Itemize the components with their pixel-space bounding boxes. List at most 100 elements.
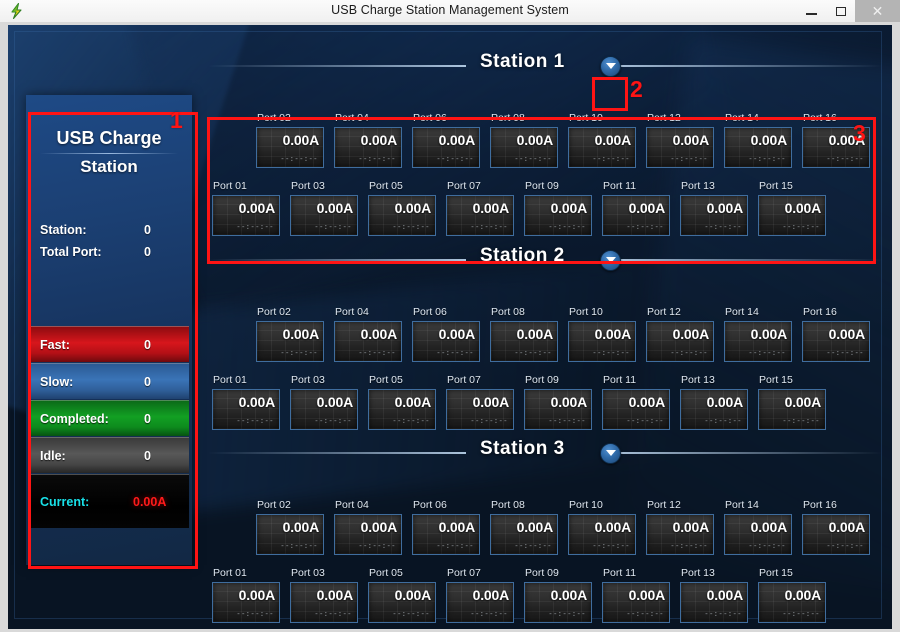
port-current-value: 0.00A — [472, 394, 510, 410]
station-rule-left — [208, 452, 466, 454]
port-label: Port 01 — [213, 567, 247, 579]
port-display-tile[interactable]: 0.00A --:--:-- — [646, 321, 714, 362]
port-label: Port 06 — [413, 499, 447, 511]
port-display-tile[interactable]: 0.00A --:--:-- — [334, 321, 402, 362]
station-1-toggle-button[interactable] — [600, 56, 621, 77]
port-current-value: 0.00A — [238, 200, 276, 216]
port-display-tile[interactable]: 0.00A --:--:-- — [680, 582, 748, 623]
port-display-tile[interactable]: 0.00A --:--:-- — [212, 582, 280, 623]
port-current-value: 0.00A — [394, 200, 432, 216]
status-row-completed: Completed: 0 — [29, 400, 189, 436]
station-title-3: Station 3 — [480, 438, 565, 459]
port-display-tile[interactable]: 0.00A --:--:-- — [802, 514, 870, 555]
port-display-tile[interactable]: 0.00A --:--:-- — [446, 389, 514, 430]
port-display-tile[interactable]: 0.00A --:--:-- — [446, 195, 514, 236]
info-row-station: Station: 0 — [26, 223, 192, 243]
maximize-button[interactable] — [826, 0, 855, 22]
port-display-tile[interactable]: 0.00A --:--:-- — [212, 195, 280, 236]
port-elapsed-time: --:--:-- — [470, 418, 508, 426]
port-current-value: 0.00A — [784, 587, 822, 603]
port-label: Port 02 — [257, 306, 291, 318]
port-label: Port 08 — [491, 112, 525, 124]
port-display-tile[interactable]: 0.00A --:--:-- — [802, 127, 870, 168]
port-display-tile[interactable]: 0.00A --:--:-- — [524, 195, 592, 236]
port-display-tile[interactable]: 0.00A --:--:-- — [290, 582, 358, 623]
info-value-total-port: 0 — [144, 245, 151, 259]
port-display-tile[interactable]: 0.00A --:--:-- — [290, 195, 358, 236]
port-elapsed-time: --:--:-- — [826, 350, 864, 358]
port-elapsed-time: --:--:-- — [704, 611, 742, 619]
port-display-tile[interactable]: 0.00A --:--:-- — [758, 389, 826, 430]
port-display-tile[interactable]: 0.00A --:--:-- — [758, 195, 826, 236]
port-label: Port 02 — [257, 499, 291, 511]
port-display-tile[interactable]: 0.00A --:--:-- — [568, 321, 636, 362]
close-icon: ✕ — [871, 3, 884, 19]
port-elapsed-time: --:--:-- — [748, 156, 786, 164]
port-display-tile[interactable]: 0.00A --:--:-- — [490, 514, 558, 555]
status-value-completed: 0 — [144, 412, 151, 426]
station-section-1: Station 1 Port 02 0.00A --:--:-- Port 04 0.00… — [204, 51, 884, 236]
port-display-tile[interactable]: 0.00A --:--:-- — [368, 582, 436, 623]
port-elapsed-time: --:--:-- — [592, 156, 630, 164]
port-label: Port 15 — [759, 180, 793, 192]
port-current-value: 0.00A — [438, 132, 476, 148]
port-display-tile[interactable]: 0.00A --:--:-- — [490, 127, 558, 168]
port-display-tile[interactable]: 0.00A --:--:-- — [412, 514, 480, 555]
port-elapsed-time: --:--:-- — [470, 224, 508, 232]
port-display-tile[interactable]: 0.00A --:--:-- — [412, 127, 480, 168]
port-display-tile[interactable]: 0.00A --:--:-- — [680, 195, 748, 236]
port-label: Port 06 — [413, 306, 447, 318]
chevron-down-icon — [605, 257, 616, 263]
port-elapsed-time: --:--:-- — [514, 156, 552, 164]
port-display-tile[interactable]: 0.00A --:--:-- — [524, 389, 592, 430]
port-display-tile[interactable]: 0.00A --:--:-- — [724, 321, 792, 362]
port-display-tile[interactable]: 0.00A --:--:-- — [490, 321, 558, 362]
port-display-tile[interactable]: 0.00A --:--:-- — [724, 127, 792, 168]
port-display-tile[interactable]: 0.00A --:--:-- — [256, 321, 324, 362]
port-current-value: 0.00A — [550, 200, 588, 216]
status-value-slow: 0 — [144, 375, 151, 389]
port-current-value: 0.00A — [784, 200, 822, 216]
status-value-fast: 0 — [144, 338, 151, 352]
port-label: Port 09 — [525, 567, 559, 579]
port-display-tile[interactable]: 0.00A --:--:-- — [568, 514, 636, 555]
port-display-tile[interactable]: 0.00A --:--:-- — [646, 514, 714, 555]
port-display-tile[interactable]: 0.00A --:--:-- — [290, 389, 358, 430]
port-current-value: 0.00A — [828, 326, 866, 342]
port-display-tile[interactable]: 0.00A --:--:-- — [334, 127, 402, 168]
port-label: Port 04 — [335, 306, 369, 318]
status-value-idle: 0 — [144, 449, 151, 463]
port-display-tile[interactable]: 0.00A --:--:-- — [368, 195, 436, 236]
port-display-tile[interactable]: 0.00A --:--:-- — [412, 321, 480, 362]
dashboard-background: USB Charge Station Station: 0 Total Port… — [8, 25, 892, 629]
close-button[interactable]: ✕ — [855, 0, 900, 22]
port-display-tile[interactable]: 0.00A --:--:-- — [758, 582, 826, 623]
port-display-tile[interactable]: 0.00A --:--:-- — [256, 127, 324, 168]
port-display-tile[interactable]: 0.00A --:--:-- — [602, 389, 670, 430]
port-display-tile[interactable]: 0.00A --:--:-- — [602, 582, 670, 623]
port-current-value: 0.00A — [360, 132, 398, 148]
port-current-value: 0.00A — [828, 132, 866, 148]
station-2-toggle-button[interactable] — [600, 250, 621, 271]
maximize-icon — [826, 0, 855, 22]
station-rule-right — [610, 259, 882, 261]
port-current-value: 0.00A — [516, 326, 554, 342]
port-display-tile[interactable]: 0.00A --:--:-- — [724, 514, 792, 555]
port-display-tile[interactable]: 0.00A --:--:-- — [212, 389, 280, 430]
port-label: Port 06 — [413, 112, 447, 124]
port-display-tile[interactable]: 0.00A --:--:-- — [680, 389, 748, 430]
port-display-tile[interactable]: 0.00A --:--:-- — [602, 195, 670, 236]
port-display-tile[interactable]: 0.00A --:--:-- — [334, 514, 402, 555]
port-elapsed-time: --:--:-- — [548, 418, 586, 426]
minimize-button[interactable] — [797, 0, 826, 22]
port-display-tile[interactable]: 0.00A --:--:-- — [256, 514, 324, 555]
port-display-tile[interactable]: 0.00A --:--:-- — [802, 321, 870, 362]
port-display-tile[interactable]: 0.00A --:--:-- — [368, 389, 436, 430]
port-current-value: 0.00A — [438, 326, 476, 342]
port-display-tile[interactable]: 0.00A --:--:-- — [646, 127, 714, 168]
port-display-tile[interactable]: 0.00A --:--:-- — [446, 582, 514, 623]
port-display-tile[interactable]: 0.00A --:--:-- — [524, 582, 592, 623]
port-display-tile[interactable]: 0.00A --:--:-- — [568, 127, 636, 168]
port-elapsed-time: --:--:-- — [748, 350, 786, 358]
station-3-toggle-button[interactable] — [600, 443, 621, 464]
